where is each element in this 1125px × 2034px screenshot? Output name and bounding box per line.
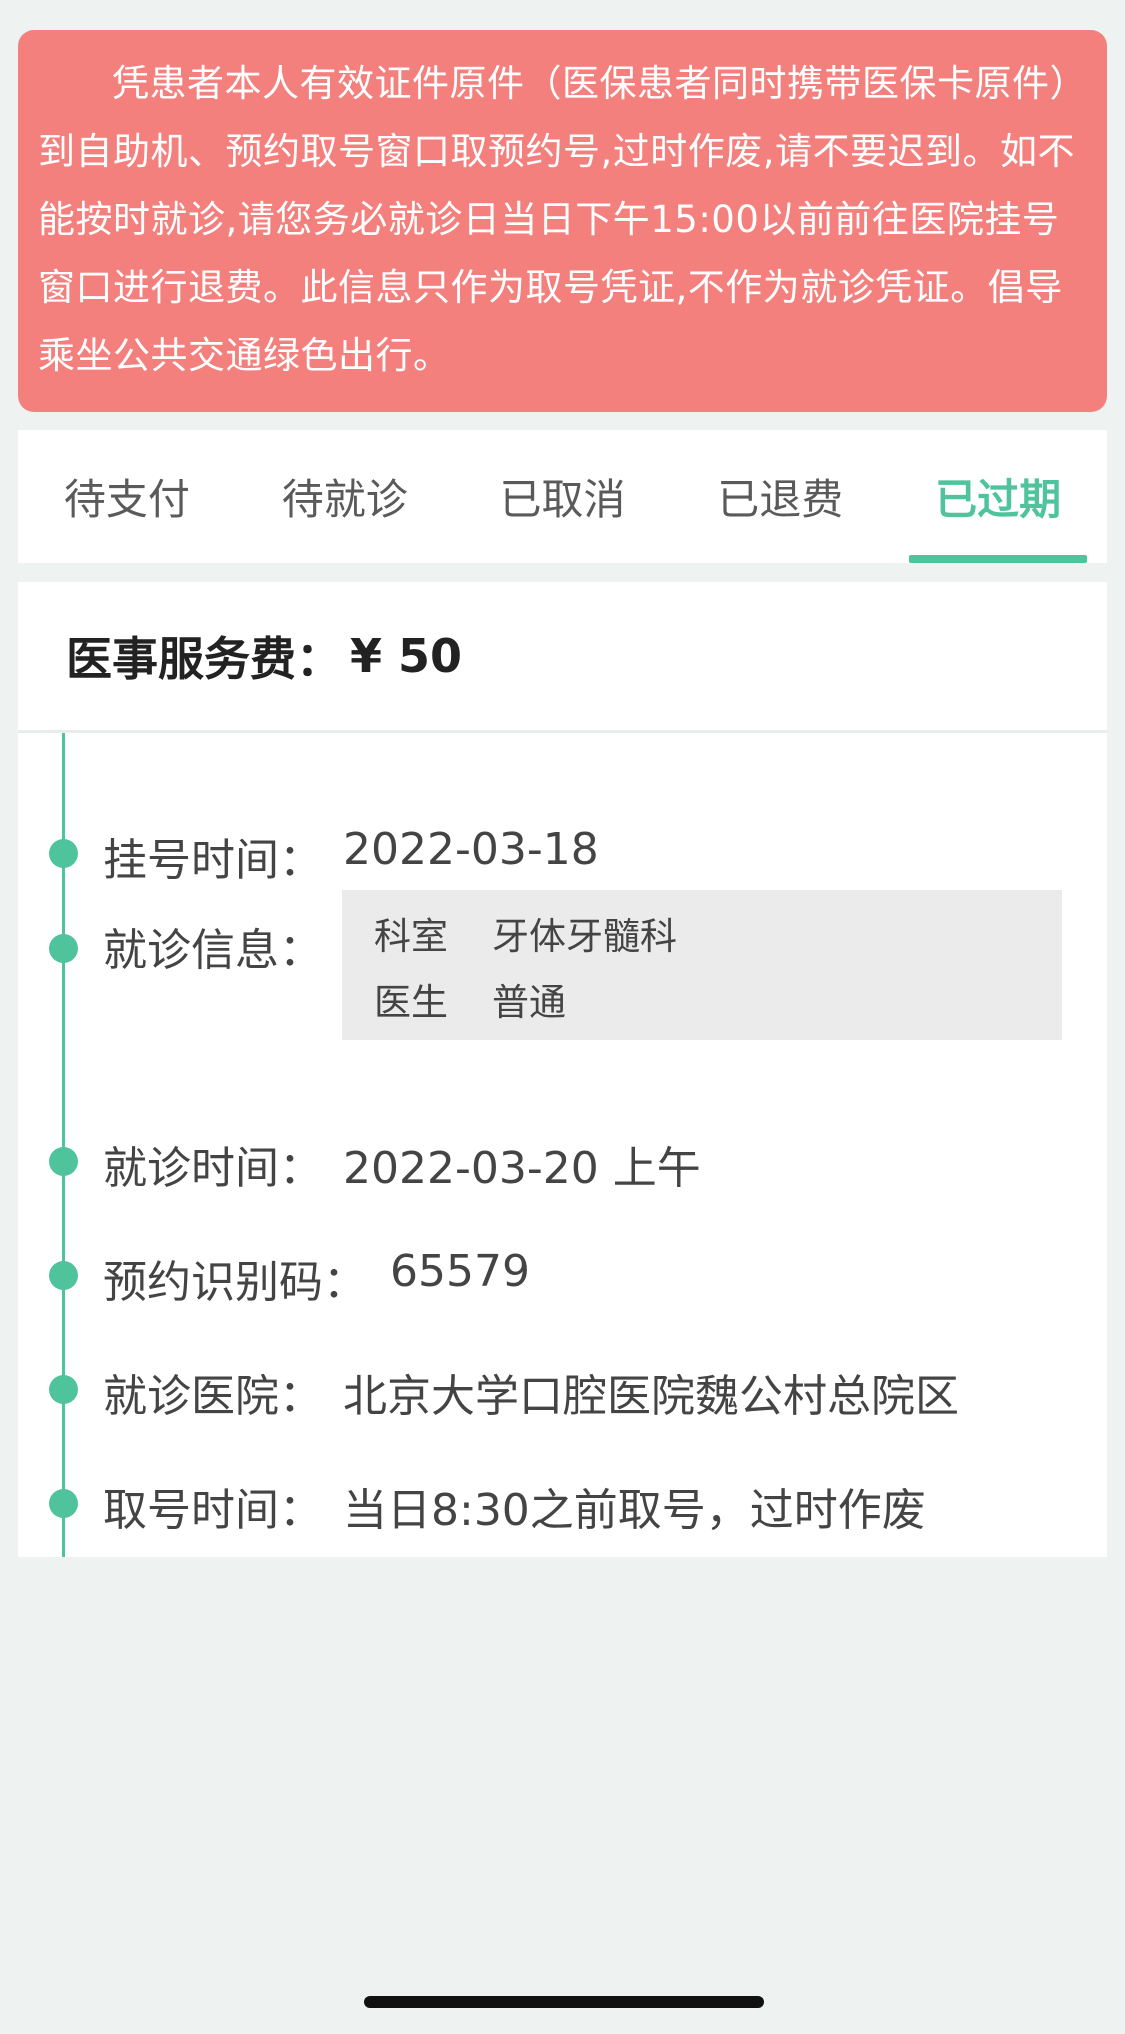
visit-time-value: 2022-03-20 上午 xyxy=(343,1143,701,1194)
tab-expired[interactable]: 已过期 xyxy=(889,430,1107,563)
department-line: 科室 牙体牙髓科 xyxy=(374,904,1062,970)
timeline-dot xyxy=(49,839,78,868)
tab-cancelled[interactable]: 已取消 xyxy=(454,430,672,563)
notice-text: 凭患者本人有效证件原件（医保患者同时携带医保卡原件）到自助机、预约取号窗口取预约… xyxy=(38,62,1087,377)
register-time-row: 挂号时间： 2022-03-18 xyxy=(18,824,1107,886)
booking-code-value: 65579 xyxy=(390,1246,530,1297)
tab-label: 已取消 xyxy=(499,475,626,524)
doctor-key: 医生 xyxy=(374,981,448,1024)
department-key: 科室 xyxy=(374,915,448,958)
timeline-dot xyxy=(49,1147,78,1176)
tab-refunded[interactable]: 已退费 xyxy=(671,430,889,563)
hospital-row: 就诊医院： 北京大学口腔医院魏公村总院区 xyxy=(18,1360,1107,1422)
appointment-card: 医事服务费： ¥ 50 挂号时间： 2022-03-18 就诊信息： 科室 牙体… xyxy=(18,582,1107,1557)
pickup-time-value: 当日8:30之前取号，过时作废 xyxy=(343,1485,926,1536)
visit-info-box: 科室 牙体牙髓科 医生 普通 xyxy=(342,890,1062,1040)
fee-amount: ¥ 50 xyxy=(350,629,463,683)
visit-time-row: 就诊时间： 2022-03-20 上午 xyxy=(18,1132,1107,1194)
status-tabs: 待支付 待就诊 已取消 已退费 已过期 xyxy=(18,430,1107,563)
home-indicator[interactable] xyxy=(364,1996,764,2008)
pickup-time-row: 取号时间： 当日8:30之前取号，过时作废 xyxy=(18,1474,1107,1536)
tab-label: 待支付 xyxy=(63,475,190,524)
doctor-value: 普通 xyxy=(492,981,566,1024)
hospital-value: 北京大学口腔医院魏公村总院区 xyxy=(343,1371,959,1422)
department-value: 牙体牙髓科 xyxy=(492,915,677,958)
visit-time-label: 就诊时间： xyxy=(103,1143,323,1194)
timeline-dot xyxy=(49,934,78,963)
notice-banner: 凭患者本人有效证件原件（医保患者同时携带医保卡原件）到自助机、预约取号窗口取预约… xyxy=(18,30,1107,412)
tab-label: 待就诊 xyxy=(281,475,408,524)
timeline-dot xyxy=(49,1375,78,1404)
tab-active-underline xyxy=(909,555,1087,563)
timeline-dot xyxy=(49,1261,78,1290)
tab-pending-payment[interactable]: 待支付 xyxy=(18,430,236,563)
tab-label: 已退费 xyxy=(717,475,844,524)
tab-label: 已过期 xyxy=(935,475,1062,524)
visit-info-row: 就诊信息： 科室 牙体牙髓科 医生 普通 xyxy=(18,890,1107,1056)
tab-pending-visit[interactable]: 待就诊 xyxy=(236,430,454,563)
hospital-label: 就诊医院： xyxy=(103,1371,323,1422)
service-fee: 医事服务费： ¥ 50 xyxy=(18,582,1107,733)
register-time-label: 挂号时间： xyxy=(103,835,323,886)
pickup-time-label: 取号时间： xyxy=(103,1485,323,1536)
doctor-line: 医生 普通 xyxy=(374,970,1062,1036)
booking-code-row: 预约识别码： 65579 xyxy=(18,1246,1107,1308)
fee-label: 医事服务费： xyxy=(66,632,342,686)
booking-code-label: 预约识别码： xyxy=(103,1257,367,1308)
visit-info-label: 就诊信息： xyxy=(103,925,323,976)
timeline-dot xyxy=(49,1489,78,1518)
register-time-value: 2022-03-18 xyxy=(343,824,599,875)
